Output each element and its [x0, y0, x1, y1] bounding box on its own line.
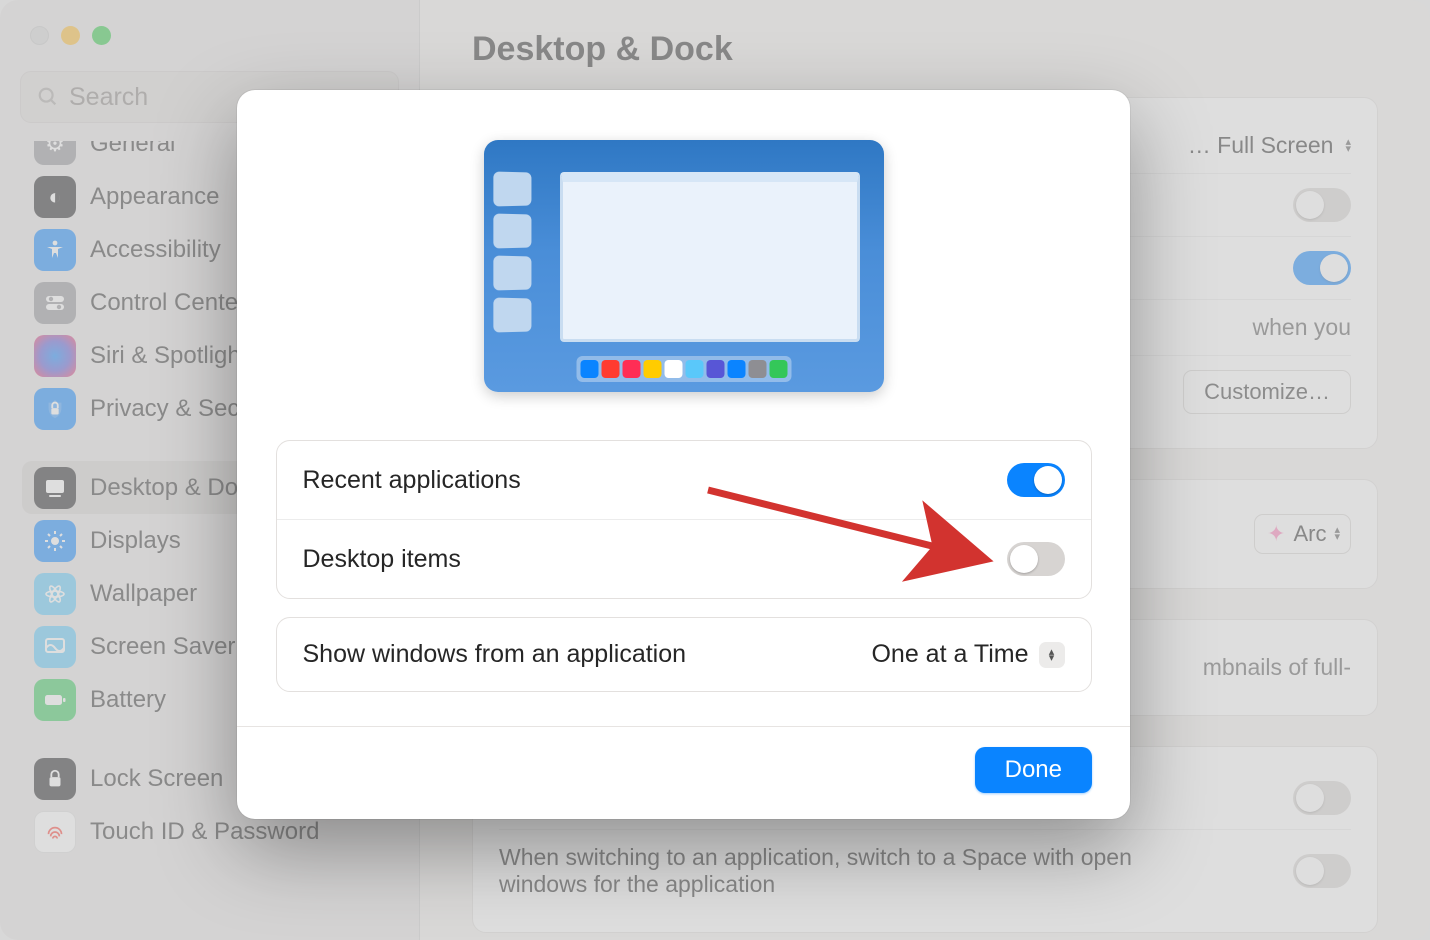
chevron-up-down-icon: ▴▾: [1345, 139, 1351, 153]
sidebar-item-label: Wallpaper: [90, 580, 197, 608]
desktop-items-toggle[interactable]: [1007, 542, 1065, 576]
bg-fullscreen-value: … Full Screen: [1188, 132, 1334, 159]
window-controls: [0, 12, 419, 71]
chevron-up-down-icon: ▴▾: [1049, 649, 1055, 661]
wallpaper-icon: [34, 573, 76, 615]
sheet-footer: Done: [237, 726, 1130, 819]
sidebar-item-label: Battery: [90, 686, 166, 714]
search-placeholder: Search: [69, 83, 148, 112]
lock-icon: [34, 758, 76, 800]
minimize-button[interactable]: [61, 26, 80, 45]
default-browser-value: Arc: [1293, 521, 1326, 547]
default-browser-picker[interactable]: ✦ Arc ▴▾: [1254, 514, 1351, 554]
close-button[interactable]: [30, 26, 49, 45]
row-desktop-items: Desktop items: [277, 519, 1091, 598]
bg-toggle-2[interactable]: [1293, 251, 1351, 285]
stage-manager-illustration: [484, 140, 884, 392]
desktop-dock-icon: [34, 467, 76, 509]
sidebar-item-label: Siri & Spotlight: [90, 342, 247, 370]
sidebar-item-label: Appearance: [90, 183, 219, 211]
recent-apps-label: Recent applications: [303, 466, 521, 495]
sidebar-item-label: Control Center: [90, 289, 246, 317]
sidebar-item-label: Screen Saver: [90, 633, 235, 661]
search-icon: [37, 86, 59, 108]
arc-icon: ✦: [1267, 521, 1285, 547]
done-button[interactable]: Done: [975, 747, 1092, 793]
maximize-button[interactable]: [92, 26, 111, 45]
sidebar-item-label: Accessibility: [90, 236, 221, 264]
desktop-items-label: Desktop items: [303, 545, 461, 574]
sheet-show-windows-card: Show windows from an application One at …: [276, 617, 1092, 692]
screensaver-icon: [34, 626, 76, 668]
bg-thumbnails-text: mbnails of full-: [1203, 654, 1351, 681]
page-title: Desktop & Dock: [472, 30, 1378, 69]
privacy-icon: [34, 388, 76, 430]
bg-switch-app-text: When switching to an application, switch…: [499, 844, 1139, 898]
show-windows-dropdown[interactable]: ▴▾: [1039, 642, 1065, 668]
displays-icon: [34, 520, 76, 562]
bg-toggle-4[interactable]: [1293, 854, 1351, 888]
row-show-windows: Show windows from an application One at …: [277, 618, 1091, 691]
stage-manager-sheet: Recent applications Desktop items Show w…: [237, 90, 1130, 819]
siri-icon: [34, 335, 76, 377]
sidebar-item-label: Lock Screen: [90, 765, 223, 793]
sidebar-item-label: General: [90, 141, 175, 158]
bg-toggle-1[interactable]: [1293, 188, 1351, 222]
recent-apps-toggle[interactable]: [1007, 463, 1065, 497]
control-center-icon: [34, 282, 76, 324]
show-windows-value: One at a Time: [871, 640, 1028, 669]
battery-icon: [34, 679, 76, 721]
row-recent-applications: Recent applications: [277, 441, 1091, 519]
accessibility-icon: [34, 229, 76, 271]
sidebar-item-label: Displays: [90, 527, 181, 555]
chevron-up-down-icon: ▴▾: [1334, 527, 1340, 541]
bg-when-you-text: when you: [1253, 314, 1351, 341]
sidebar-item-label: Touch ID & Password: [90, 818, 319, 846]
appearance-icon: ◐: [34, 176, 76, 218]
bg-toggle-3[interactable]: [1293, 781, 1351, 815]
sheet-settings-card: Recent applications Desktop items: [276, 440, 1092, 599]
customize-button[interactable]: Customize…: [1183, 370, 1351, 414]
touchid-icon: [34, 811, 76, 853]
gear-icon: ⚙: [34, 141, 76, 165]
show-windows-label: Show windows from an application: [303, 640, 687, 669]
